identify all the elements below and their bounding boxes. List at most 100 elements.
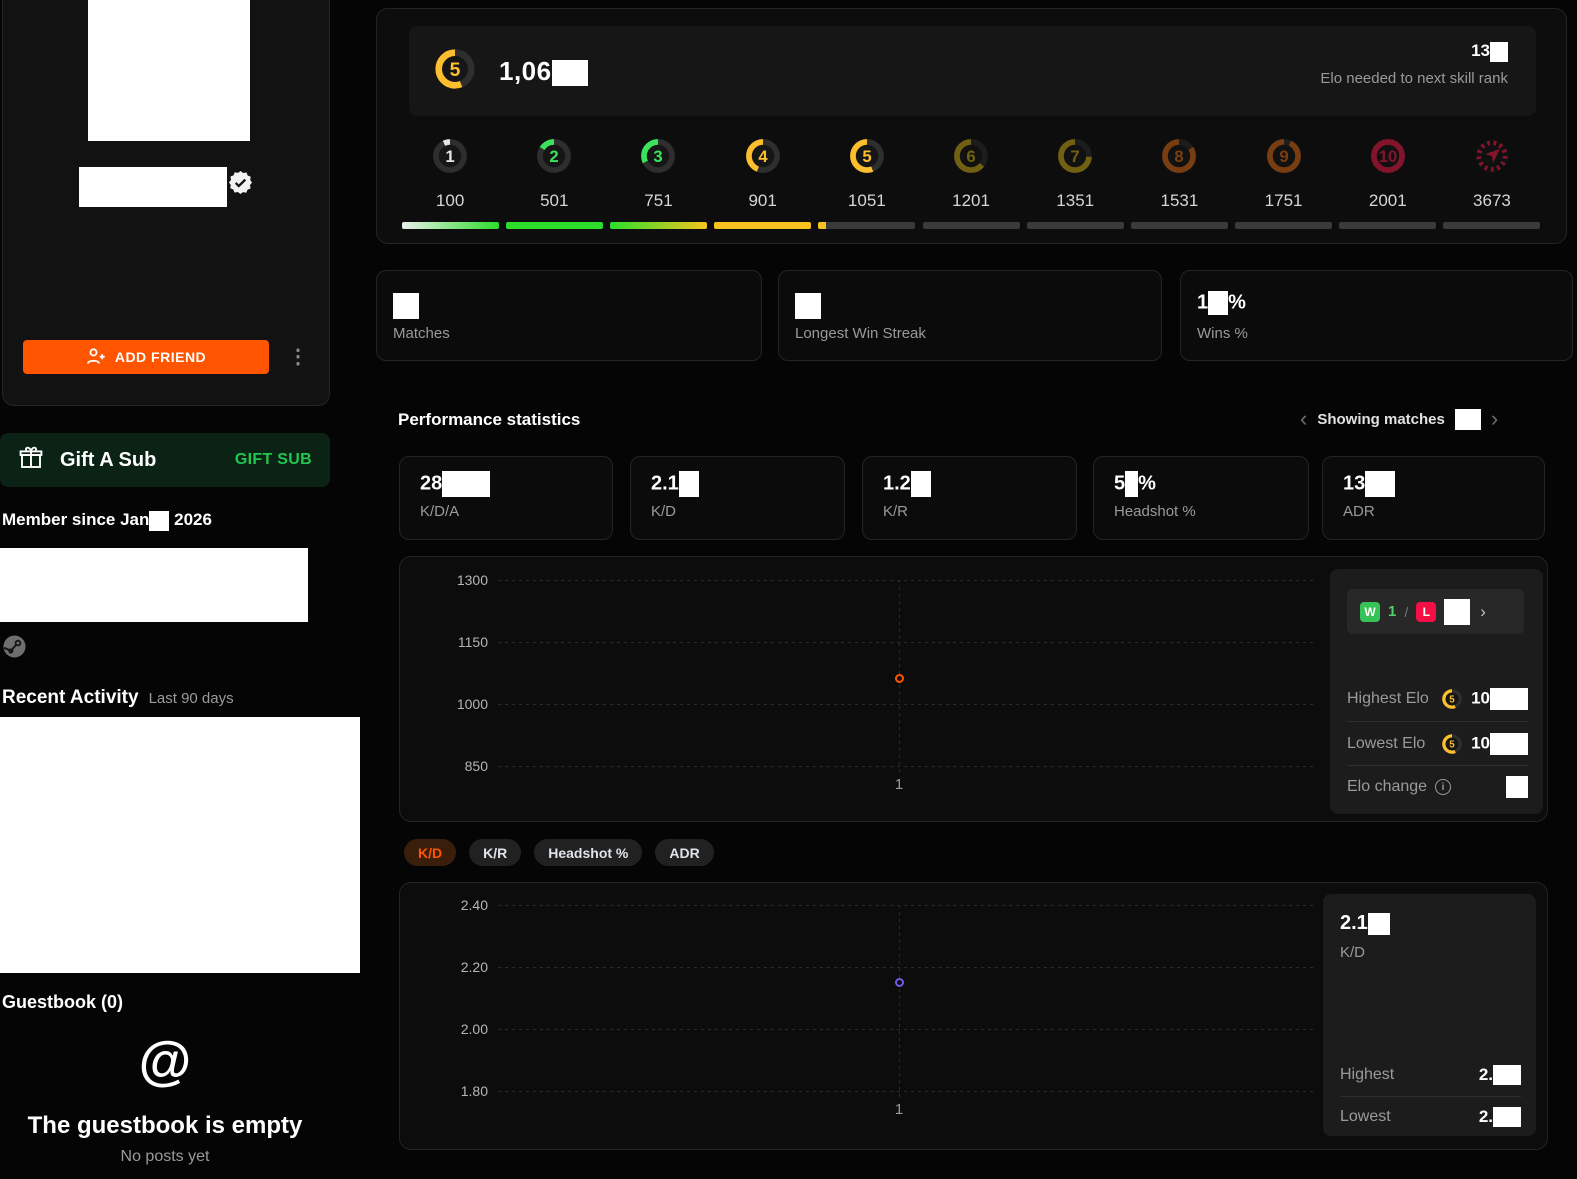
- gridline: [498, 642, 1315, 643]
- player-nickname: [79, 167, 227, 207]
- redacted-highest-elo: [1490, 688, 1528, 710]
- ladder-elo-threshold: 1051: [847, 191, 886, 210]
- ladder-progress-bar: [505, 222, 603, 229]
- ladder-level-3: 3 751: [606, 137, 710, 229]
- redacted-headshot: [1125, 471, 1139, 497]
- skill-level-ladder: 1 100 2 501 3 751 4 901 5 1051 6 1201 7 1351 8 1…: [398, 137, 1544, 229]
- tab-kr[interactable]: K/R: [469, 839, 522, 866]
- ladder-level-10: 10 2001: [1336, 137, 1440, 229]
- redacted-kd-lowest: [1493, 1107, 1521, 1128]
- recent-activity-heading: Recent Activity Last 90 days: [2, 687, 234, 709]
- kda-digits: 28: [420, 472, 443, 495]
- kda-label: K/D/A: [420, 503, 460, 520]
- kd-value: 2.1: [651, 471, 699, 497]
- adr-value: 13: [1343, 471, 1396, 497]
- data-point-elo[interactable]: [894, 674, 904, 684]
- redacted-wins-digits: [1208, 291, 1229, 315]
- stat-tabs: K/D K/R Headshot % ADR: [404, 839, 714, 866]
- kd-highest-label: Highest: [1340, 1066, 1395, 1083]
- kd-lowest-label: Lowest: [1340, 1108, 1391, 1125]
- ladder-progress-bar: [1026, 222, 1124, 229]
- lowest-elo-row: Lowest Elo 5 10: [1347, 724, 1528, 764]
- kd-panel-digits: 2.1: [1340, 912, 1368, 934]
- add-friend-button[interactable]: ADD FRIEND: [23, 340, 269, 374]
- ladder-level-2: 2 501: [502, 137, 606, 229]
- win-loss-selector[interactable]: W 1 / L ›: [1347, 589, 1524, 634]
- ladder-progress-bar: [922, 222, 1020, 229]
- gridline: [498, 1029, 1315, 1030]
- x-axis-tick: 1: [894, 776, 904, 793]
- data-point-kd[interactable]: [894, 978, 904, 987]
- kr-card: 1.2 K/R: [862, 456, 1077, 540]
- kd-digits: 2.1: [651, 472, 679, 495]
- redacted-kd: [678, 471, 699, 497]
- redacted-match-count: [1454, 408, 1481, 430]
- y-axis-tick: 2.20: [460, 959, 488, 975]
- elo-needed-digits: 13: [1471, 41, 1490, 60]
- headshot-label: Headshot %: [1114, 503, 1196, 520]
- highest-elo-value: 10: [1471, 688, 1528, 710]
- svg-text:9: 9: [1279, 147, 1288, 166]
- gift-sub-button[interactable]: GIFT SUB: [235, 451, 312, 469]
- y-axis-tick: 850: [464, 758, 488, 774]
- verified-badge-icon: [229, 171, 252, 199]
- redacted-loss-count: [1444, 598, 1471, 625]
- x-axis-tick: 1: [894, 1101, 904, 1118]
- gridline: [498, 704, 1315, 705]
- matches-card: Matches: [376, 270, 762, 361]
- kd-card: 2.1 K/D: [630, 456, 845, 540]
- person-add-icon: [86, 347, 106, 368]
- kebab-icon[interactable]: ⋮: [288, 342, 308, 372]
- highest-elo-row: Highest Elo 5 10: [1347, 679, 1528, 719]
- chevron-left-icon[interactable]: ‹: [1300, 408, 1307, 430]
- ladder-elo-threshold: 1351: [1056, 191, 1095, 210]
- ladder-level-4: 4 901: [711, 137, 815, 229]
- tab-adr[interactable]: ADR: [655, 839, 714, 866]
- info-icon[interactable]: i: [1435, 779, 1452, 795]
- gridline-vertical: [899, 905, 900, 1097]
- level-gauge-icon: 3: [639, 137, 677, 180]
- ladder-progress-bar: [609, 222, 707, 229]
- challenger-laurel-icon: [1473, 137, 1511, 180]
- elo-digits: 1,06: [499, 56, 552, 86]
- elo-needed-value: 13: [1208, 41, 1508, 62]
- matches-label: Matches: [393, 325, 450, 342]
- elo-overview-panel: 5 1,06 13 Elo needed to next skill rank …: [376, 8, 1567, 244]
- elo-side-panel: W 1 / L › Highest Elo 5 10 Lowest Elo 5: [1330, 569, 1543, 814]
- svg-text:7: 7: [1071, 147, 1080, 166]
- level-gauge-icon: 5: [848, 137, 886, 180]
- redacted-elo-digits: [551, 60, 588, 87]
- kd-lowest-row: Lowest 2.: [1340, 1099, 1521, 1135]
- level-gauge-icon: 2: [535, 137, 573, 180]
- steam-icon[interactable]: [3, 635, 26, 663]
- ladder-progress-bar: [1339, 222, 1437, 229]
- lowest-elo-label: Lowest Elo: [1347, 735, 1426, 752]
- tab-headshot[interactable]: Headshot %: [534, 839, 643, 866]
- ladder-elo-threshold: 2001: [1368, 191, 1407, 210]
- chevron-right-icon[interactable]: ›: [1491, 408, 1498, 430]
- svg-text:4: 4: [758, 147, 768, 166]
- svg-text:5: 5: [1449, 739, 1455, 750]
- ladder-progress-bar: [1443, 222, 1541, 229]
- kd-panel-value: 2.1: [1340, 912, 1390, 935]
- level-gauge-icon: 8: [1160, 137, 1198, 180]
- wins-percent-card: 1% Wins %: [1180, 270, 1573, 361]
- faceit-profile-page: ADD FRIEND ⋮ Gift A Sub GIFT SUB Member …: [0, 0, 1577, 1179]
- gridline: [498, 967, 1315, 968]
- performance-statistics-title: Performance statistics: [398, 410, 581, 429]
- y-axis-tick: 2.40: [460, 897, 488, 913]
- kd-highest-digits: 2.: [1478, 1064, 1493, 1084]
- redacted-kr: [910, 471, 931, 497]
- tab-kd[interactable]: K/D: [404, 839, 457, 866]
- ladder-level-6: 6 1201: [919, 137, 1023, 229]
- ladder-progress-bar: [401, 222, 499, 229]
- kd-side-panel: 2.1 K/D Highest 2. Lowest 2.: [1323, 894, 1536, 1136]
- member-since-label: Member since Jan: [2, 510, 150, 529]
- guestbook-empty-text: The guestbook is empty: [27, 1112, 303, 1139]
- svg-text:3: 3: [654, 147, 663, 166]
- member-since: Member since Jan 2026: [2, 510, 212, 531]
- kd-label: K/D: [651, 503, 677, 520]
- level-gauge-icon: 9: [1265, 137, 1303, 180]
- redacted-adr: [1365, 471, 1396, 497]
- ladder-elo-threshold: 1751: [1264, 191, 1303, 210]
